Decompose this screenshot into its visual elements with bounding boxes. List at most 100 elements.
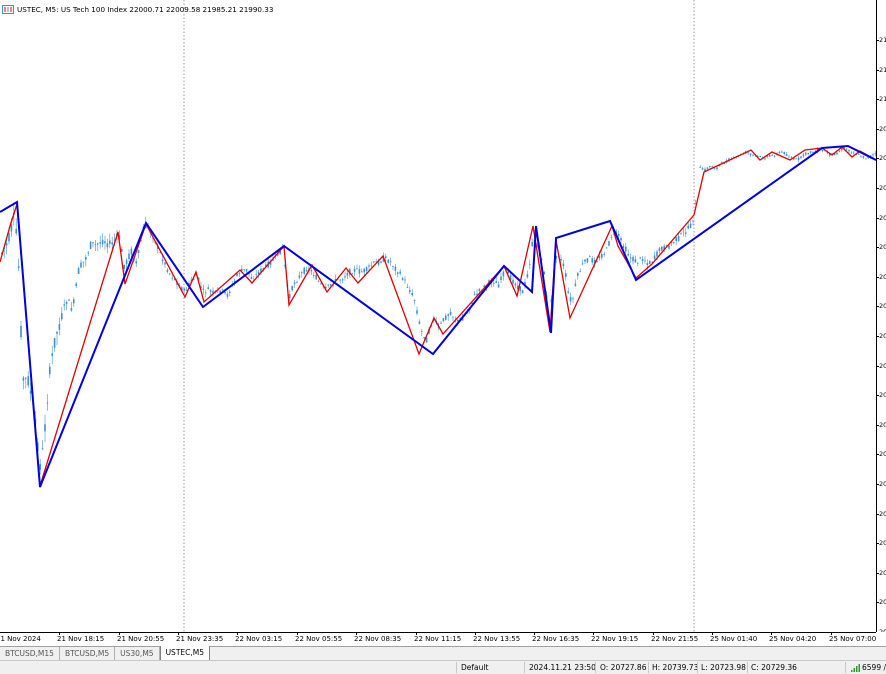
- price-tick-label: 20: [879, 420, 886, 429]
- candle-body: [385, 256, 387, 259]
- candle-body: [526, 274, 529, 278]
- candle-body: [166, 269, 169, 272]
- price-tick-label: 21: [879, 36, 886, 44]
- candle-body: [452, 316, 454, 318]
- price-axis[interactable]: 21 21 21 20 20 20 20 20 20 20 20 20 20 20 20 20 20 20 20 20…: [876, 0, 886, 632]
- candle-body: [521, 290, 524, 294]
- candles: [1, 145, 876, 475]
- price-tick-label: 20: [879, 361, 886, 370]
- candle-body: [682, 231, 685, 233]
- candle-body: [601, 253, 603, 258]
- candle-body: [603, 253, 605, 255]
- candle-body: [514, 283, 517, 286]
- candle-body: [567, 291, 569, 293]
- candle-body: [161, 259, 164, 262]
- candle-body: [404, 279, 406, 281]
- price-tick-label: 20: [879, 480, 886, 488]
- candle-body: [531, 242, 533, 246]
- candle-body: [183, 288, 185, 291]
- time-axis[interactable]: 21 Nov 2024 21 Nov 18:15 21 Nov 20:55 21 No…: [0, 632, 876, 647]
- candle-body: [821, 149, 824, 152]
- status-low: L: 20723.98: [701, 663, 746, 672]
- status-profile[interactable]: Default: [461, 663, 488, 672]
- candle-body: [205, 292, 207, 294]
- candle-body: [89, 241, 92, 249]
- candle-body: [781, 151, 783, 153]
- candle-body: [229, 291, 231, 293]
- time-tick-label: 25 Nov 01:40: [710, 635, 758, 643]
- candle-body: [75, 283, 77, 287]
- time-tick-label: 22 Nov 11:15: [414, 635, 462, 643]
- zigzag-major-line: [0, 144, 876, 488]
- chart-tab-us30-m5[interactable]: US30,M5: [115, 647, 160, 660]
- candle-body: [128, 253, 130, 260]
- candle-body: [397, 272, 399, 274]
- chart-tab-btcusd-m15[interactable]: BTCUSD,M15: [0, 647, 60, 660]
- chart-type-icon: [2, 4, 14, 14]
- candle-body: [77, 268, 80, 274]
- candle-body: [169, 273, 171, 275]
- chart-header: USTEC, M5: US Tech 100 Index 22000.71 22…: [2, 3, 273, 15]
- candle-body: [862, 155, 865, 158]
- price-tick-label: 20: [879, 124, 886, 133]
- candle-body: [692, 220, 694, 222]
- candle-body: [637, 262, 639, 264]
- price-tick-label: 20: [879, 509, 886, 518]
- candle-body: [853, 152, 855, 154]
- candle-body: [807, 153, 809, 155]
- candle-body: [529, 263, 531, 265]
- status-separator: [595, 662, 596, 673]
- candle-body: [46, 402, 49, 404]
- candle-body: [706, 167, 709, 169]
- time-tick-label: 22 Nov 03:15: [235, 635, 283, 643]
- price-tick-label: 21: [879, 95, 886, 104]
- candle-body: [747, 152, 749, 154]
- candle-body: [788, 156, 790, 158]
- candle-body: [411, 292, 413, 296]
- candle-body: [778, 151, 781, 153]
- candle-body: [668, 245, 670, 249]
- candle-body: [255, 274, 257, 276]
- candle-body: [58, 324, 61, 330]
- price-tick-label: 21: [879, 65, 886, 74]
- candle-body: [581, 263, 584, 265]
- price-chart[interactable]: [0, 0, 876, 632]
- candle-body: [701, 168, 704, 170]
- candle-body: [627, 253, 629, 256]
- candle-body: [442, 318, 445, 322]
- price-tick-label: 20: [879, 184, 886, 192]
- candle-body: [577, 272, 579, 276]
- candle-body: [838, 150, 841, 152]
- price-tick-label: 20: [879, 154, 886, 163]
- candle-body: [574, 283, 577, 286]
- candle-body: [341, 279, 344, 281]
- candle-body: [207, 287, 209, 290]
- price-tick-label: 20: [879, 391, 886, 400]
- connection-signal-icon[interactable]: [851, 664, 860, 672]
- candle-body: [646, 262, 649, 266]
- candle-body: [447, 314, 449, 316]
- candle-body: [497, 284, 500, 288]
- candle-body: [135, 261, 137, 264]
- candle-body: [68, 299, 70, 301]
- candle-body: [493, 282, 495, 284]
- chart-tab-btcusd-m5[interactable]: BTCUSD,M5: [60, 647, 116, 660]
- status-separator: [456, 662, 457, 673]
- candle-body: [848, 149, 850, 152]
- candle-body: [752, 154, 754, 156]
- status-traffic: 6599 /: [862, 663, 886, 672]
- chart-area[interactable]: USTEC, M5: US Tech 100 Index 22000.71 22…: [0, 0, 876, 632]
- candle-body: [356, 268, 358, 270]
- candle-body: [25, 377, 27, 379]
- candle-body: [301, 272, 303, 274]
- candle-body: [226, 293, 229, 297]
- candle-body: [53, 338, 56, 348]
- candle-body: [80, 262, 82, 268]
- candle-body: [313, 275, 315, 276]
- candle-body: [872, 154, 874, 156]
- candle-body: [327, 284, 329, 286]
- candle-body: [857, 153, 860, 155]
- time-tick-label: 22 Nov 19:15: [591, 635, 639, 643]
- candle-body: [629, 257, 632, 259]
- zigzag-minor: [0, 146, 876, 487]
